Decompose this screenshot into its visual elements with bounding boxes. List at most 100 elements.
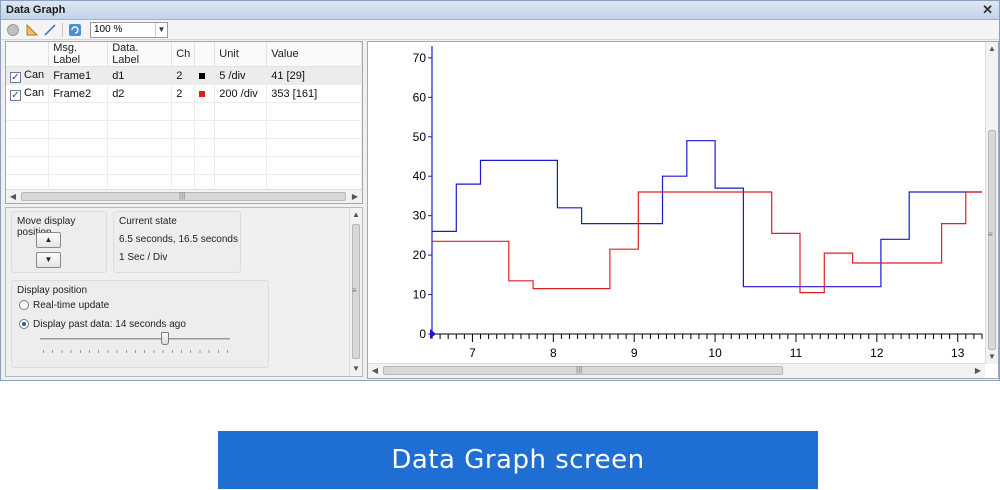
control-vertical-scrollbar[interactable]: ▲ ≡ ▼ bbox=[349, 208, 362, 376]
control-panel: Move display position ▲ ▼ Current state … bbox=[5, 207, 363, 377]
row-color-cell bbox=[194, 84, 216, 103]
row-data-label: d1 bbox=[107, 66, 173, 85]
x-tick-label: 12 bbox=[870, 346, 884, 360]
table-row-empty bbox=[6, 120, 362, 139]
row-data-label: d2 bbox=[107, 84, 173, 103]
position-slider-thumb[interactable] bbox=[161, 332, 170, 345]
row-value: 41 [29] bbox=[266, 66, 362, 85]
toolbar-separator bbox=[62, 23, 63, 37]
y-tick-label: 60 bbox=[413, 90, 427, 104]
x-tick-label: 13 bbox=[951, 346, 965, 360]
position-slider-track[interactable] bbox=[40, 338, 230, 340]
row-unit: 200 /div bbox=[214, 84, 268, 103]
scroll-thumb[interactable] bbox=[383, 366, 783, 375]
grip-icon: ≡ bbox=[988, 230, 993, 239]
x-tick-label: 7 bbox=[469, 346, 476, 360]
row-unit: 5 /div bbox=[214, 66, 268, 85]
y-tick-label: 30 bbox=[413, 209, 427, 223]
grip-icon: ≡ bbox=[352, 286, 357, 295]
zoom-select[interactable]: 100 % ▼ bbox=[90, 22, 168, 38]
series-color-swatch bbox=[199, 72, 206, 79]
y-tick-label: 10 bbox=[413, 288, 427, 302]
close-icon[interactable]: ✕ bbox=[982, 2, 993, 18]
series-line-2 bbox=[432, 191, 982, 294]
realtime-label: Real-time update bbox=[33, 300, 110, 311]
row-type: Can bbox=[24, 68, 45, 81]
y-tick-label: 70 bbox=[413, 51, 427, 65]
grid-horizontal-scrollbar[interactable]: ◀ ||| ▶ bbox=[6, 189, 362, 203]
grip-icon: ||| bbox=[576, 365, 583, 374]
row-color-cell bbox=[194, 66, 216, 85]
scroll-right-icon[interactable]: ▶ bbox=[971, 364, 985, 377]
grip-icon: ||| bbox=[179, 191, 186, 200]
chevron-down-icon[interactable]: ▼ bbox=[155, 23, 167, 37]
x-tick-label: 8 bbox=[550, 346, 557, 360]
column-header-ch[interactable]: Ch bbox=[171, 42, 196, 67]
refresh-icon[interactable] bbox=[68, 23, 82, 37]
caption-banner: Data Graph screen bbox=[218, 431, 818, 489]
table-row-empty bbox=[6, 138, 362, 157]
column-header-color bbox=[194, 42, 216, 67]
scroll-down-icon[interactable]: ▼ bbox=[350, 362, 362, 375]
graph-panel: 0 10 20 30 40 50 60 70 7 8 9 10 11 12 13 ▲ ≡ ▼ ◀ ||| ▶ bbox=[367, 41, 999, 379]
move-position-group: Move display position ▲ ▼ bbox=[11, 211, 107, 273]
scroll-right-icon[interactable]: ▶ bbox=[348, 190, 362, 203]
move-up-button[interactable]: ▲ bbox=[36, 232, 61, 248]
scroll-thumb[interactable] bbox=[988, 130, 996, 350]
table-row[interactable]: ✓ Can Frame2 d2 2 200 /div 353 [161] bbox=[6, 84, 362, 103]
x-tick-label: 9 bbox=[631, 346, 638, 360]
scroll-down-icon[interactable]: ▼ bbox=[986, 350, 998, 363]
realtime-radio[interactable] bbox=[19, 300, 29, 310]
scroll-left-icon[interactable]: ◀ bbox=[368, 364, 382, 377]
row-type-cell: ✓ Can bbox=[6, 66, 50, 85]
display-position-group: Display position Real-time update Displa… bbox=[11, 280, 269, 368]
ruler-icon[interactable] bbox=[25, 23, 39, 37]
column-header-unit[interactable]: Unit bbox=[214, 42, 268, 67]
column-header-check bbox=[6, 42, 50, 67]
scroll-up-icon[interactable]: ▲ bbox=[350, 208, 362, 221]
row-type: Can bbox=[24, 86, 45, 99]
slider-ticks bbox=[43, 350, 229, 353]
title-bar: Data Graph ✕ bbox=[1, 1, 999, 20]
cursor-marker-icon bbox=[430, 329, 436, 339]
window-title: Data Graph bbox=[6, 4, 66, 16]
zoom-value: 100 % bbox=[94, 24, 123, 35]
record-icon[interactable] bbox=[6, 23, 20, 37]
data-graph-chart[interactable]: 0 10 20 30 40 50 60 70 7 8 9 10 11 12 13 bbox=[368, 42, 984, 364]
y-tick-label: 40 bbox=[413, 169, 427, 183]
scroll-up-icon[interactable]: ▲ bbox=[986, 42, 998, 55]
past-data-label: Display past data: 14 seconds ago bbox=[33, 319, 186, 330]
column-header-msg-label[interactable]: Msg. Label bbox=[48, 42, 109, 67]
realtime-update-option[interactable]: Real-time update bbox=[19, 300, 109, 311]
y-tick-label: 0 bbox=[419, 327, 426, 341]
table-row-empty bbox=[6, 102, 362, 121]
y-tick-label: 20 bbox=[413, 248, 427, 262]
column-header-value[interactable]: Value bbox=[266, 42, 362, 67]
scroll-left-icon[interactable]: ◀ bbox=[6, 190, 20, 203]
current-state-time: 6.5 seconds, 16.5 seconds bbox=[119, 234, 238, 245]
row-checkbox[interactable]: ✓ bbox=[10, 71, 21, 83]
row-checkbox[interactable]: ✓ bbox=[10, 89, 21, 101]
series-color-swatch bbox=[199, 90, 206, 97]
current-state-scale: 1 Sec / Div bbox=[119, 252, 168, 263]
x-tick-label: 11 bbox=[790, 346, 803, 360]
line-icon[interactable] bbox=[43, 23, 57, 37]
past-data-option[interactable]: Display past data: 14 seconds ago bbox=[19, 319, 186, 330]
y-tick-label: 50 bbox=[413, 130, 427, 144]
graph-vertical-scrollbar[interactable]: ▲ ≡ ▼ bbox=[985, 42, 998, 364]
row-ch: 2 bbox=[171, 66, 196, 85]
current-state-title: Current state bbox=[119, 216, 177, 227]
toolbar: 100 % ▼ bbox=[1, 20, 999, 40]
table-row[interactable]: ✓ Can Frame1 d1 2 5 /div 41 [29] bbox=[6, 66, 362, 85]
past-data-radio[interactable] bbox=[19, 319, 29, 329]
x-tick-label: 10 bbox=[708, 346, 722, 360]
row-value: 353 [161] bbox=[266, 84, 362, 103]
graph-horizontal-scrollbar[interactable]: ◀ ||| ▶ bbox=[368, 363, 985, 378]
move-down-button[interactable]: ▼ bbox=[36, 252, 61, 268]
display-position-title: Display position bbox=[17, 285, 88, 296]
column-header-data-label[interactable]: Data. Label bbox=[107, 42, 173, 67]
data-graph-window: Data Graph ✕ 100 % ▼ Msg. Label Data. La… bbox=[0, 0, 1000, 381]
move-position-title: Move display position bbox=[17, 216, 76, 238]
row-type-cell: ✓ Can bbox=[6, 84, 50, 103]
signal-grid: Msg. Label Data. Label Ch Unit Value ✓ Ca… bbox=[5, 41, 363, 204]
